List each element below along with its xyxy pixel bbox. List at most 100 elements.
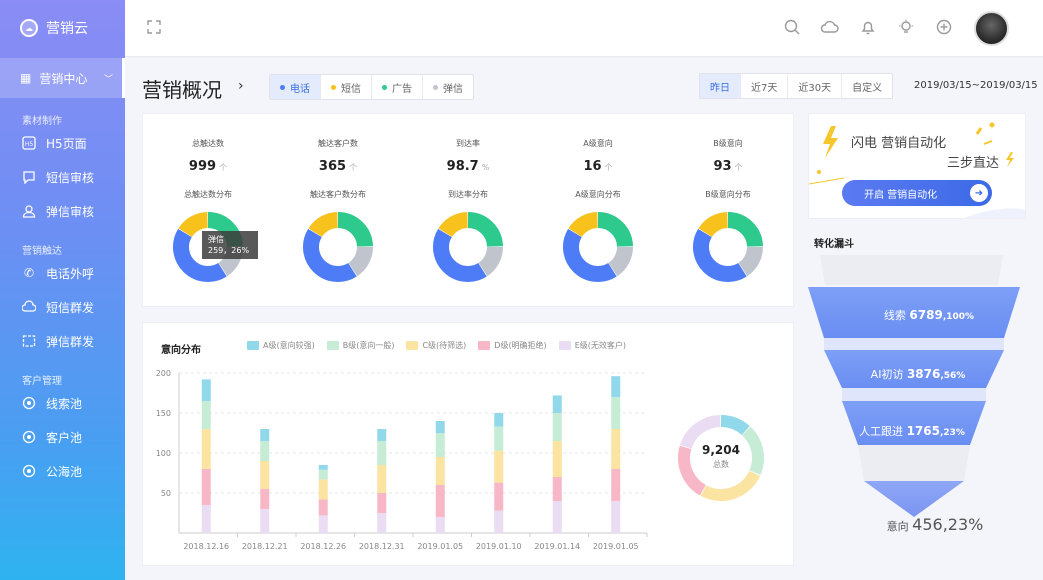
sidebar-item-sms-broadcast[interactable]: 短信群发	[0, 290, 125, 324]
ring-segment[interactable]	[720, 415, 750, 436]
bar-segment[interactable]	[318, 469, 328, 480]
tab-30-days[interactable]: 近30天	[788, 74, 843, 98]
tab-ads[interactable]: 广告	[372, 75, 423, 99]
bar-segment[interactable]	[552, 395, 562, 413]
donut-segment[interactable]	[698, 212, 729, 238]
bar-segment[interactable]	[318, 479, 328, 500]
bar-segment[interactable]	[201, 505, 211, 533]
start-automation-button[interactable]: 开启 营销自动化 ➜	[842, 180, 992, 206]
bulb-icon[interactable]	[897, 18, 915, 36]
donut-chart[interactable]	[561, 210, 635, 290]
chevron-right-icon[interactable]: ›	[238, 78, 244, 94]
donut-segment[interactable]	[337, 212, 373, 248]
sidebar-item-phone-call[interactable]: ✆ 电话外呼	[0, 256, 125, 290]
bar-segment[interactable]	[377, 465, 387, 493]
bar-segment[interactable]	[494, 482, 504, 511]
sidebar-item-marketing-center[interactable]: ▦ 营销中心 ﹀	[0, 58, 125, 98]
avatar[interactable]	[974, 11, 1009, 46]
bar-segment[interactable]	[201, 469, 211, 505]
bar-segment[interactable]	[435, 457, 445, 485]
stage-label: 意向	[886, 520, 909, 533]
bar-segment[interactable]	[318, 515, 328, 533]
tab-custom[interactable]: 自定义	[842, 74, 892, 98]
sidebar-item-popup-review[interactable]: 弹信审核	[0, 194, 125, 228]
donut-segment[interactable]	[433, 228, 487, 282]
bar-segment[interactable]	[260, 441, 270, 461]
bar-segment[interactable]	[611, 397, 621, 429]
donut-segment[interactable]	[348, 246, 373, 277]
sidebar-item-lead-pool[interactable]: 线索池	[0, 386, 125, 420]
bar-segment[interactable]	[494, 450, 504, 483]
donut-chart[interactable]	[691, 210, 765, 290]
bar-segment[interactable]	[318, 499, 328, 516]
bar-segment[interactable]	[318, 465, 328, 470]
donut-segment[interactable]	[608, 246, 633, 277]
bar-segment[interactable]	[435, 433, 445, 457]
stage-label: 人工跟进	[859, 425, 904, 438]
sidebar-item-h5[interactable]: H5 H5页面	[0, 126, 125, 160]
bar-segment[interactable]	[377, 429, 387, 441]
bar-segment[interactable]	[552, 501, 562, 533]
bar-segment[interactable]	[611, 501, 621, 533]
bar-segment[interactable]	[260, 509, 270, 533]
date-range[interactable]: 2019/03/15~2019/03/15	[914, 80, 1038, 91]
bar-segment[interactable]	[377, 493, 387, 513]
tab-phone[interactable]: 电话	[270, 75, 321, 99]
legend-item-a[interactable]: A级(意向较强)	[247, 340, 315, 351]
legend-item-e[interactable]: E级(无效客户)	[558, 340, 626, 351]
donut-segment[interactable]	[727, 212, 763, 248]
search-icon[interactable]	[783, 18, 801, 36]
bar-segment[interactable]	[201, 379, 211, 401]
add-icon[interactable]	[935, 18, 953, 36]
bar-segment[interactable]	[260, 461, 270, 489]
legend-item-b[interactable]: B级(意向一般)	[326, 340, 394, 351]
donut-segment[interactable]	[308, 212, 339, 238]
donut-segment[interactable]	[568, 212, 599, 238]
donut-segment[interactable]	[563, 228, 617, 282]
bar-segment[interactable]	[494, 413, 504, 427]
legend-item-c[interactable]: C级(待筛选)	[406, 340, 466, 351]
ring-segment[interactable]	[700, 470, 761, 501]
tab-sms[interactable]: 短信	[321, 75, 372, 99]
sidebar-item-popup-broadcast[interactable]: 弹信群发	[0, 324, 125, 358]
tab-popup[interactable]: 弹信	[423, 75, 473, 99]
donut-segment[interactable]	[693, 228, 747, 282]
tab-7-days[interactable]: 近7天	[741, 74, 789, 98]
bar-segment[interactable]	[435, 517, 445, 533]
bar-segment[interactable]	[377, 513, 387, 533]
bar-segment[interactable]	[435, 485, 445, 517]
donut-segment[interactable]	[438, 212, 469, 238]
cloud-icon[interactable]	[821, 18, 839, 36]
legend-item-d[interactable]: D级(明确拒绝)	[478, 340, 547, 351]
bar-segment[interactable]	[552, 441, 562, 477]
donut-segment[interactable]	[738, 246, 763, 277]
donut-segment[interactable]	[467, 212, 503, 248]
sidebar-item-public-pool[interactable]: 公海池	[0, 454, 125, 488]
bar-segment[interactable]	[260, 429, 270, 441]
bell-icon[interactable]	[859, 18, 877, 36]
donut-chart[interactable]	[301, 210, 375, 290]
donut-segment[interactable]	[303, 228, 357, 282]
bar-segment[interactable]	[377, 441, 387, 465]
legend-swatch	[247, 341, 259, 350]
donut-chart[interactable]	[431, 210, 505, 290]
bar-segment[interactable]	[260, 489, 270, 509]
tab-yesterday[interactable]: 昨日	[700, 74, 741, 98]
bar-segment[interactable]	[552, 413, 562, 441]
bar-segment[interactable]	[201, 429, 211, 469]
donut-segment[interactable]	[597, 212, 633, 248]
bar-segment[interactable]	[611, 469, 621, 501]
bar-segment[interactable]	[494, 426, 504, 451]
sidebar-item-customer-pool[interactable]: 客户池	[0, 420, 125, 454]
fullscreen-icon[interactable]	[147, 20, 161, 34]
donut-segment[interactable]	[478, 246, 503, 277]
bar-segment[interactable]	[494, 510, 504, 533]
brand[interactable]: ☁ 营销云	[0, 0, 125, 56]
bar-segment[interactable]	[435, 421, 445, 433]
bar-segment[interactable]	[611, 429, 621, 469]
bar-segment[interactable]	[611, 376, 621, 397]
bar-segment[interactable]	[201, 401, 211, 429]
bar-segment[interactable]	[552, 477, 562, 501]
sidebar-item-sms-review[interactable]: 短信审核	[0, 160, 125, 194]
sidebar-item-label: 弹信群发	[46, 334, 95, 349]
